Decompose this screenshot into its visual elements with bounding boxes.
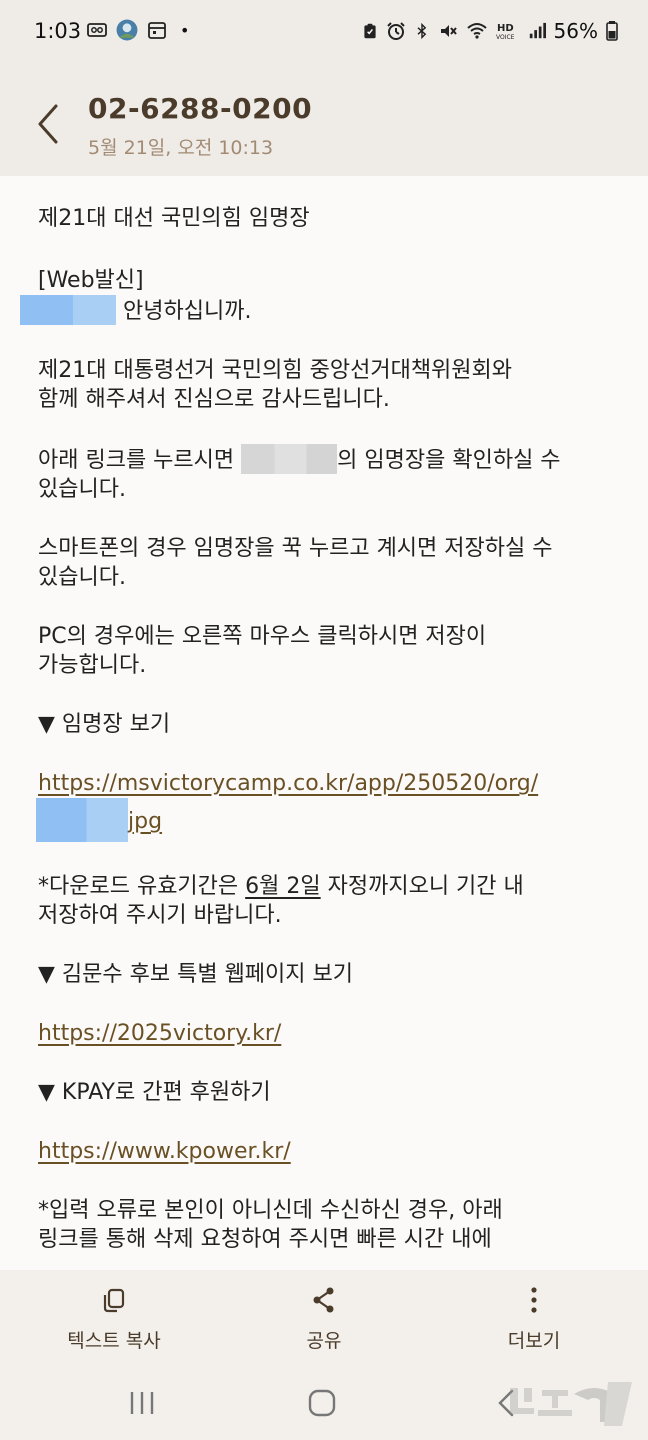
copy-text-button[interactable]: 텍스트 복사 (34, 1286, 194, 1353)
share-icon (313, 1287, 334, 1313)
pc-block: PC의 경우에는 오른쪽 마우스 클릭하시면 저장이 가능합니다. (38, 622, 618, 680)
webpage-link-block: https://2025victory.kr/ (38, 1019, 618, 1048)
back-arrow-icon[interactable] (32, 102, 66, 146)
news1-watermark-logo (510, 1382, 632, 1426)
expiry-line-2: 저장하여 주시기 바랍니다. (38, 903, 282, 928)
expiry-date[interactable]: 6월 2일 (245, 874, 320, 899)
alarm-icon (386, 22, 405, 40)
link-info-line-2: 있습니다. (38, 477, 126, 502)
copy-icon (103, 1288, 125, 1313)
link-info-post: 의 임명장을 확인하실 수 (337, 448, 561, 473)
redacted-filename (36, 798, 128, 842)
thanks-line-1: 제21대 대통령선거 국민의힘 중앙선거대책위원회와 (38, 358, 513, 383)
thanks-line-2: 함께 해주셔서 진심으로 감사드립니다. (38, 387, 390, 412)
svg-text:HD: HD (497, 23, 514, 34)
signal-icon (529, 22, 546, 39)
error-block: *입력 오류로 본인이 아니신데 수신하신 경우, 아래 링크를 통해 삭제 요… (38, 1196, 618, 1254)
greeting-block: [Web발신] 안녕하십니까. (20, 266, 618, 326)
bluetooth-icon (417, 22, 426, 40)
kpay-link[interactable]: https://www.kpower.kr/ (38, 1139, 291, 1164)
redacted-recipient (241, 444, 338, 474)
section-webpage: ▼ 김문수 후보 특별 웹페이지 보기 (38, 962, 354, 987)
webpage-link[interactable]: https://2025victory.kr/ (38, 1021, 281, 1046)
message-title: 제21대 대선 국민의힘 임명장 (38, 206, 310, 231)
svg-text:VOICE: VOICE (496, 34, 515, 41)
sender-number: 02-6288-0200 (88, 92, 313, 125)
pc-line-2: 가능합니다. (38, 653, 147, 678)
clipboard-icon (363, 23, 376, 39)
expiry-block: *다운로드 유효기간은 6월 2일 자정까지오니 기간 내 저장하여 주시기 바… (38, 872, 618, 930)
message-body: 제21대 대선 국민의힘 임명장 [Web발신] 안녕하십니까. 제21대 대통… (20, 204, 618, 1270)
battery-percent: 56% (553, 19, 598, 43)
pc-line-1: PC의 경우에는 오른쪽 마우스 클릭하시면 저장이 (38, 624, 487, 649)
expiry-pre: *다운로드 유효기간은 (38, 874, 246, 899)
link-info-pre: 아래 링크를 누르시면 (38, 448, 235, 473)
app-avatar-icon (116, 19, 138, 41)
mute-icon (440, 25, 457, 37)
smartphone-line-2: 있습니다. (38, 565, 126, 590)
redacted-name (20, 295, 116, 325)
status-bar: 1:03 • HD VOICE 56% (0, 0, 648, 62)
battery-icon (606, 21, 618, 41)
appointment-link-suffix[interactable]: jpg (128, 809, 162, 834)
web-tag: [Web발신] (38, 268, 144, 293)
kpay-link-block: https://www.kpower.kr/ (38, 1137, 618, 1166)
message-date: 5월 21일, 오전 10:13 (88, 137, 274, 159)
more-vertical-icon (531, 1287, 537, 1313)
more-button[interactable]: 더보기 (454, 1286, 614, 1353)
error-line-1: *입력 오류로 본인이 아니신데 수신하신 경우, 아래 (38, 1198, 503, 1223)
appointment-link[interactable]: https://msvictorycamp.co.kr/app/250520/o… (38, 771, 538, 796)
link-info-block: 아래 링크를 누르시면 의 임명장을 확인하실 수 있습니다. (38, 444, 618, 504)
error-line-2: 링크를 통해 삭제 요청하여 주시면 빠른 시간 내에 (38, 1227, 492, 1252)
share-label: 공유 (306, 1330, 342, 1352)
smartphone-line-1: 스마트폰의 경우 임명장을 꾹 누르고 계시면 저장하실 수 (38, 536, 553, 561)
section-kpay: ▼ KPAY로 간편 후원하기 (38, 1080, 271, 1105)
bottom-action-bar: 텍스트 복사 공유 더보기 (0, 1270, 648, 1368)
status-dot: • (180, 20, 190, 40)
voicemail-icon (87, 23, 107, 37)
status-left-icons: • (86, 19, 189, 41)
hd-voice-icon: HDVOICE (496, 23, 515, 41)
appointment-link-block: https://msvictorycamp.co.kr/app/250520/o… (36, 769, 618, 842)
recent-apps-icon[interactable] (122, 1388, 162, 1418)
smartphone-block: 스마트폰의 경우 임명장을 꾹 누르고 계시면 저장하실 수 있습니다. (38, 534, 618, 592)
greeting-text: 안녕하십니까. (123, 299, 252, 324)
share-button[interactable]: 공유 (244, 1286, 404, 1353)
copy-text-label: 텍스트 복사 (67, 1330, 161, 1352)
home-icon[interactable] (302, 1388, 342, 1418)
conversation-header: 02-6288-0200 5월 21일, 오전 10:13 (0, 62, 648, 176)
status-right-icons: HD VOICE 56% (362, 19, 618, 43)
calendar-icon (148, 22, 166, 39)
wifi-icon (466, 23, 487, 39)
status-time: 1:03 (34, 19, 82, 43)
section-appointment: ▼ 임명장 보기 (38, 712, 171, 737)
more-label: 더보기 (507, 1330, 561, 1352)
expiry-post: 자정까지오니 기간 내 (320, 874, 524, 899)
message-content[interactable]: 제21대 대선 국민의힘 임명장 [Web발신] 안녕하십니까. 제21대 대통… (0, 176, 648, 1270)
thanks-block: 제21대 대통령선거 국민의힘 중앙선거대책위원회와 함께 해주셔서 진심으로 … (38, 356, 618, 414)
